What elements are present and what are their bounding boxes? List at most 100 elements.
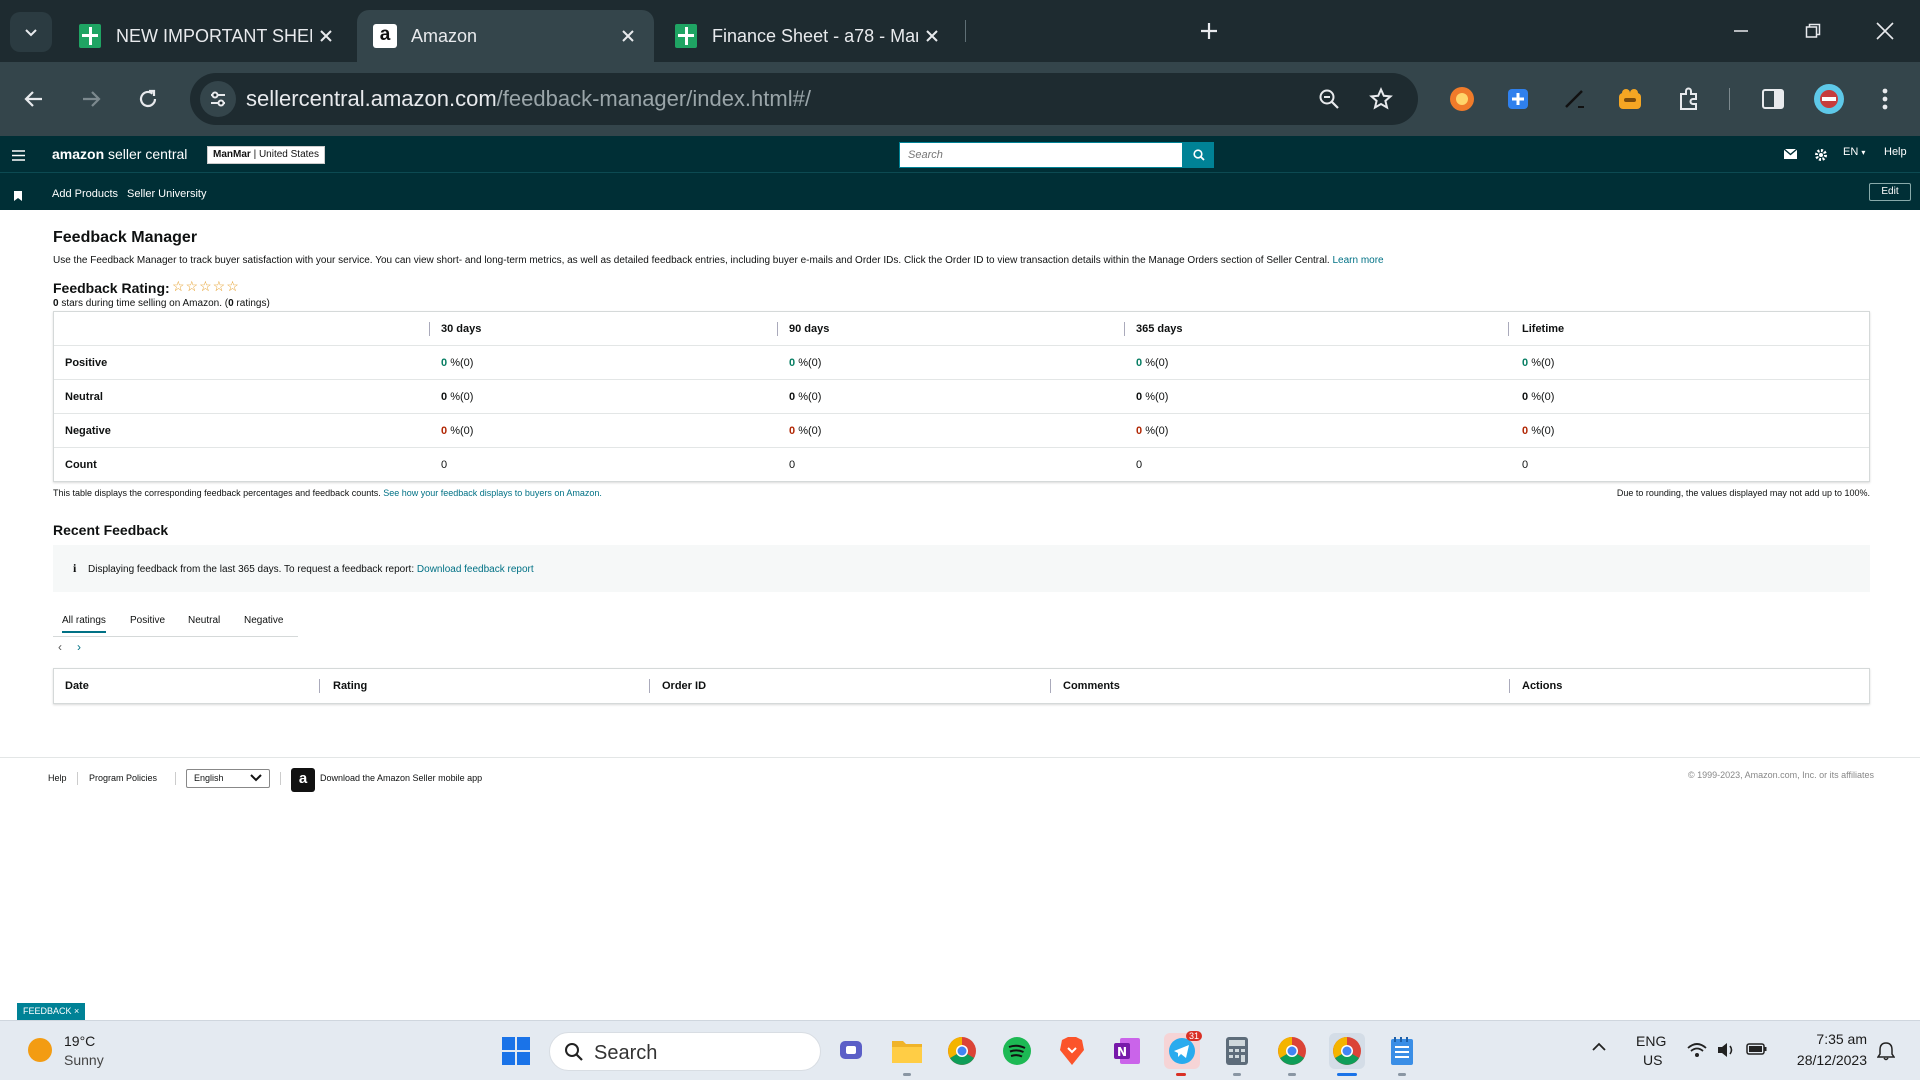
search-input[interactable]	[900, 143, 1182, 167]
recent-feedback-title: Recent Feedback	[53, 522, 169, 538]
column-header-rating[interactable]: Rating	[333, 669, 367, 703]
address-bar[interactable]: sellercentral.amazon.com/feedback-manage…	[190, 73, 1418, 125]
feedback-display-link[interactable]: See how your feedback displays to buyers…	[383, 488, 602, 498]
weather-temp[interactable]: 19°C	[64, 1033, 95, 1049]
star-icon	[1369, 87, 1393, 110]
footer-program-policies-link[interactable]: Program Policies	[89, 773, 157, 783]
column-header-order-id[interactable]: Order ID	[662, 669, 706, 703]
running-indicator	[1233, 1073, 1241, 1076]
zoom-icon	[1319, 89, 1339, 109]
close-tab-icon[interactable]	[312, 22, 340, 50]
language-dropdown[interactable]: English	[186, 769, 270, 788]
chrome-app[interactable]	[944, 1033, 980, 1069]
clock-time[interactable]: 7:35 am	[1791, 1031, 1867, 1047]
chrome-active-app[interactable]	[1329, 1033, 1365, 1069]
prev-page-icon[interactable]: ‹	[58, 640, 62, 654]
tab-title: Amazon	[411, 25, 478, 46]
nav-add-products[interactable]: Add Products	[52, 188, 118, 200]
column-header-comments[interactable]: Comments	[1063, 669, 1120, 703]
windows-taskbar: 19°C Sunny Search N 31 ENG US 7:35 am 28…	[0, 1020, 1920, 1080]
browser-tab-sheets-2[interactable]: Finance Sheet - a78 - Mandi Mann	[658, 10, 958, 62]
reload-button[interactable]	[129, 80, 167, 118]
back-button[interactable]	[15, 80, 53, 118]
telegram-app[interactable]: 31	[1164, 1031, 1203, 1069]
page-intro: Use the Feedback Manager to track buyer …	[53, 255, 1384, 266]
tab-negative[interactable]: Negative	[244, 615, 283, 626]
folder-icon	[892, 1041, 922, 1063]
wifi-icon[interactable]	[1686, 1041, 1708, 1062]
calculator-app[interactable]	[1219, 1033, 1255, 1069]
minimize-button[interactable]	[1706, 0, 1776, 62]
column-divider	[1509, 679, 1510, 693]
weather-desc[interactable]: Sunny	[64, 1052, 104, 1068]
bookmark-icon[interactable]	[14, 188, 22, 206]
search-button[interactable]	[1183, 142, 1214, 168]
volume-icon[interactable]	[1716, 1041, 1736, 1062]
tab-neutral[interactable]: Neutral	[188, 615, 220, 626]
extension-honey[interactable]	[1611, 80, 1649, 118]
restore-button[interactable]	[1778, 0, 1848, 62]
nav-seller-university[interactable]: Seller University	[127, 188, 206, 200]
forward-button[interactable]	[72, 80, 110, 118]
start-button[interactable]	[498, 1033, 534, 1069]
sun-icon[interactable]	[28, 1038, 52, 1062]
brave-app[interactable]	[1054, 1033, 1090, 1069]
profile-button[interactable]	[1810, 80, 1848, 118]
metric-cell: 0 %(0)	[441, 357, 474, 369]
input-language-1[interactable]: ENG	[1636, 1033, 1666, 1049]
extension-firefox-like[interactable]	[1443, 80, 1481, 118]
close-window-button[interactable]	[1850, 0, 1920, 62]
site-info-button[interactable]	[200, 81, 236, 117]
edit-nav-button[interactable]: Edit	[1869, 183, 1911, 201]
close-tab-icon[interactable]	[614, 22, 642, 50]
taskbar-search[interactable]: Search	[549, 1032, 821, 1071]
download-app-link[interactable]: Download the Amazon Seller mobile app	[320, 773, 482, 783]
close-tab-icon[interactable]	[918, 22, 946, 50]
extension-blue[interactable]	[1499, 80, 1537, 118]
amazon-app-icon[interactable]: a	[291, 768, 315, 792]
new-tab-button[interactable]	[1190, 12, 1228, 50]
battery-icon[interactable]	[1746, 1042, 1768, 1059]
tab-all-ratings[interactable]: All ratings	[62, 615, 106, 633]
extensions-button[interactable]	[1670, 80, 1708, 118]
tab-search-button[interactable]	[10, 12, 52, 52]
spotify-app[interactable]	[999, 1033, 1035, 1069]
learn-more-link[interactable]: Learn more	[1332, 255, 1383, 266]
zoom-button[interactable]	[1310, 80, 1348, 118]
teams-chat-app[interactable]	[834, 1033, 870, 1069]
feedback-metrics-table: 30 days 90 days 365 days Lifetime Positi…	[53, 311, 1870, 482]
reload-icon	[139, 89, 157, 108]
hamburger-menu-icon[interactable]	[12, 148, 25, 166]
chrome-icon	[1333, 1037, 1361, 1065]
seller-central-logo[interactable]: amazon seller central	[52, 146, 187, 162]
browser-tab-sheets-1[interactable]: NEW IMPORTANT SHEETS | Cyril -	[62, 10, 352, 62]
file-explorer-app[interactable]	[889, 1033, 925, 1069]
arrow-left-icon	[24, 91, 42, 107]
input-language-2[interactable]: US	[1643, 1052, 1662, 1068]
chevron-up-icon[interactable]	[1591, 1040, 1607, 1056]
language-selector[interactable]: EN ▾	[1843, 146, 1865, 158]
sheets-icon	[78, 24, 102, 48]
gear-icon[interactable]	[1814, 148, 1828, 165]
onenote-app[interactable]: N	[1109, 1033, 1145, 1069]
notepad-app[interactable]	[1384, 1033, 1420, 1069]
tab-positive[interactable]: Positive	[130, 615, 165, 626]
clock-date[interactable]: 28/12/2023	[1786, 1052, 1867, 1068]
feedback-button[interactable]: FEEDBACK ×	[17, 1003, 86, 1020]
chrome-menu-button[interactable]	[1866, 80, 1904, 118]
metric-cell: 0	[441, 459, 448, 471]
download-report-link[interactable]: Download feedback report	[417, 564, 534, 575]
column-header-date[interactable]: Date	[65, 669, 89, 703]
side-panel-button[interactable]	[1754, 80, 1792, 118]
table-header-row: 30 days 90 days 365 days Lifetime	[54, 312, 1869, 346]
browser-tab-amazon[interactable]: a Amazon	[357, 10, 654, 62]
footer-help-link[interactable]: Help	[48, 773, 67, 783]
bookmark-button[interactable]	[1362, 80, 1400, 118]
extension-pen[interactable]	[1555, 80, 1593, 118]
help-link[interactable]: Help	[1884, 146, 1907, 158]
next-page-icon[interactable]: ›	[77, 640, 81, 654]
chrome-profile-app[interactable]	[1274, 1033, 1310, 1069]
mail-icon[interactable]	[1783, 148, 1798, 162]
account-switcher[interactable]: ManMar | United States	[207, 146, 325, 164]
notification-bell-icon[interactable]	[1876, 1041, 1896, 1064]
